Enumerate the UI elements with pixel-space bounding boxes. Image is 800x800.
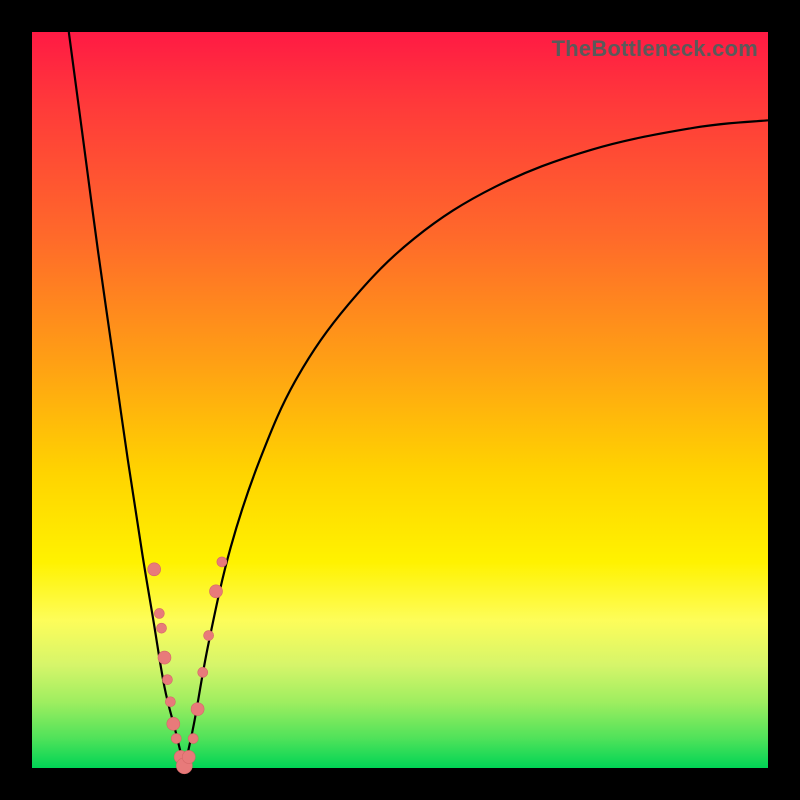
curve-right-branch (184, 120, 768, 768)
bead-marker (191, 703, 204, 716)
chart-frame: TheBottleneck.com (0, 0, 800, 800)
bead-marker (167, 717, 180, 730)
bead-marker (165, 697, 175, 707)
bead-marker (198, 667, 208, 677)
bead-marker (157, 623, 167, 633)
bead-marker (154, 608, 164, 618)
plot-area: TheBottleneck.com (32, 32, 768, 768)
bead-marker (188, 734, 198, 744)
bead-marker (217, 557, 227, 567)
bead-marker (204, 631, 214, 641)
bead-marker (162, 675, 172, 685)
curve-layer (32, 32, 768, 768)
bead-marker (148, 563, 161, 576)
bead-marker (158, 651, 171, 664)
bead-marker (171, 734, 181, 744)
bead-marker (182, 750, 195, 763)
bead-marker (210, 585, 223, 598)
